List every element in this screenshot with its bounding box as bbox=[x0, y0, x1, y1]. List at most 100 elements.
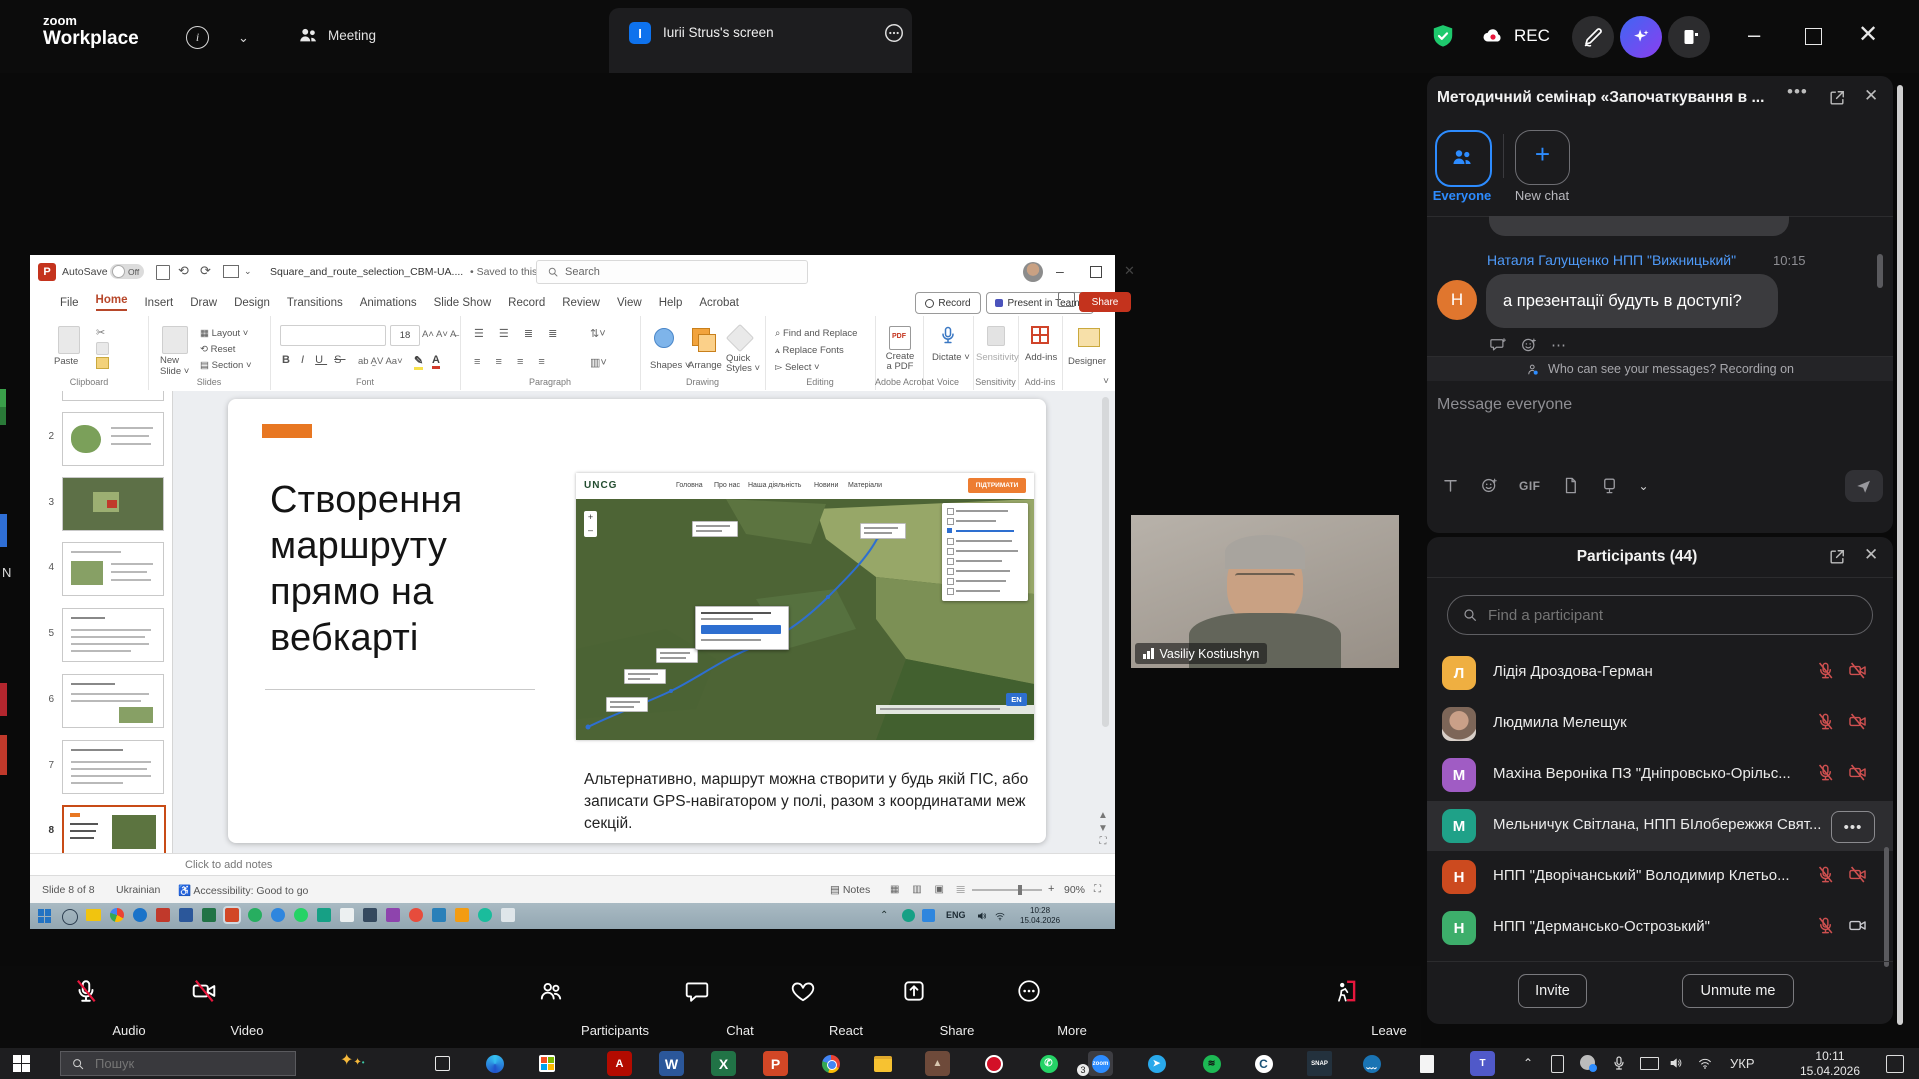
chevron-down-icon[interactable]: ⌄ bbox=[238, 31, 249, 44]
tab-animations[interactable]: Animations bbox=[360, 297, 417, 309]
message-more-icon[interactable]: ⋯ bbox=[1551, 336, 1567, 354]
ppt-minimize-button[interactable]: – bbox=[1056, 263, 1064, 279]
zoom-percent[interactable]: 90% bbox=[1064, 884, 1085, 896]
more-button[interactable]: More bbox=[986, 966, 1072, 1048]
camera-off-icon[interactable] bbox=[1848, 865, 1867, 884]
tray-hidden-icons-chevron[interactable]: ⌃ bbox=[1523, 1056, 1533, 1070]
taskbar-clock[interactable]: 10:11 15.04.2026 bbox=[1790, 1049, 1870, 1078]
tray-mic-icon[interactable] bbox=[1611, 1055, 1627, 1071]
ppt-restore-button[interactable] bbox=[1090, 266, 1102, 278]
designer-icon[interactable] bbox=[1078, 328, 1100, 347]
addins-label[interactable]: Add-ins bbox=[1025, 352, 1057, 363]
message-sender[interactable]: Наталя Галущенко НПП "Вижницький" bbox=[1487, 252, 1736, 268]
side-panel-button[interactable] bbox=[1668, 16, 1710, 58]
mic-muted-icon[interactable] bbox=[1816, 661, 1835, 680]
ppt-close-button[interactable]: ✕ bbox=[1124, 263, 1135, 279]
tab-help[interactable]: Help bbox=[659, 297, 683, 309]
taskbar-icon-powerpoint[interactable]: P bbox=[763, 1051, 788, 1076]
new-chat-tab[interactable]: + bbox=[1515, 130, 1570, 185]
tab-options-icon[interactable] bbox=[883, 22, 905, 44]
task-view-icon[interactable] bbox=[430, 1051, 455, 1076]
screenshot-icon[interactable] bbox=[1600, 476, 1619, 495]
participants-button[interactable]: Participants bbox=[505, 966, 615, 1048]
slide-thumb-4[interactable] bbox=[62, 542, 164, 596]
camera-off-icon[interactable] bbox=[1848, 661, 1867, 680]
tray-speaker-icon[interactable] bbox=[1668, 1055, 1684, 1071]
save-icon[interactable] bbox=[156, 265, 170, 280]
select-button[interactable]: ▻ Select ˅ bbox=[775, 362, 820, 373]
camera-off-icon[interactable] bbox=[1848, 763, 1867, 782]
tray-display-icon[interactable] bbox=[1640, 1057, 1659, 1070]
mic-muted-icon[interactable] bbox=[1816, 763, 1835, 782]
ai-companion-button[interactable] bbox=[1620, 16, 1662, 58]
participant-video-tile[interactable]: Vasiliy Kostiushyn bbox=[1131, 515, 1399, 668]
new-slide-label[interactable]: NewSlide ˅ bbox=[160, 355, 189, 377]
notification-center-icon[interactable] bbox=[1886, 1055, 1904, 1073]
add-reaction-icon[interactable] bbox=[1520, 336, 1538, 354]
maximize-button[interactable] bbox=[1805, 28, 1822, 45]
participant-row[interactable]: Л Лідія Дроздова-Герман bbox=[1427, 648, 1893, 698]
taskbar-icon-store[interactable] bbox=[534, 1051, 559, 1076]
comments-icon[interactable] bbox=[1058, 292, 1075, 307]
recording-indicator[interactable]: REC bbox=[1478, 24, 1550, 48]
camera-on-icon[interactable] bbox=[1848, 916, 1867, 935]
ppt-notes-bar[interactable]: Click to add notes bbox=[30, 853, 1115, 876]
chat-button[interactable]: Chat bbox=[654, 966, 740, 1048]
slide-nav-arrows[interactable]: ▲▼⛶ bbox=[1098, 809, 1108, 848]
taskbar-icon-chrome[interactable] bbox=[818, 1051, 843, 1076]
slide-canvas[interactable]: Створеннямаршрутупрямо навебкарті UNCG Г… bbox=[228, 399, 1046, 843]
shapes-label[interactable]: Shapes ˅ bbox=[650, 360, 690, 371]
message-avatar[interactable]: Н bbox=[1437, 280, 1477, 320]
quick-styles-icon[interactable] bbox=[726, 324, 754, 352]
align-buttons[interactable]: ≡ ≡ ≡ ≡ bbox=[474, 356, 551, 368]
tray-phone-icon[interactable] bbox=[1551, 1055, 1564, 1073]
message-bubble[interactable]: а презентації будуть в доступі? bbox=[1486, 274, 1778, 328]
tray-headset-icon[interactable] bbox=[1580, 1055, 1595, 1070]
mic-muted-icon[interactable] bbox=[1816, 865, 1835, 884]
participant-search[interactable] bbox=[1447, 595, 1873, 635]
video-button[interactable]: Video bbox=[161, 966, 247, 1048]
dictate-label[interactable]: Dictate ˅ bbox=[932, 352, 970, 363]
start-button[interactable] bbox=[13, 1055, 30, 1072]
chat-scrollbar[interactable] bbox=[1877, 254, 1883, 288]
slide-thumb-6[interactable] bbox=[62, 674, 164, 728]
redo-icon[interactable]: ⟳ bbox=[200, 263, 211, 279]
ppt-record-button[interactable]: Record bbox=[915, 292, 981, 314]
mic-muted-icon[interactable] bbox=[1816, 712, 1835, 731]
taskbar-icon-app[interactable]: ▲ bbox=[925, 1051, 950, 1076]
taskbar-icon-snap[interactable]: SNAP bbox=[1307, 1051, 1332, 1076]
view-buttons[interactable]: ▦ ▥ ▣ 𝄙 bbox=[890, 884, 970, 895]
find-replace-button[interactable]: ⌕ Find and Replace bbox=[775, 328, 857, 339]
everyone-tab[interactable] bbox=[1435, 130, 1492, 187]
share-button[interactable]: Share bbox=[871, 966, 957, 1048]
participant-row-hovered[interactable]: М Мельничук Світлана, НПП БІлобережжя Св… bbox=[1427, 801, 1893, 851]
tab-acrobat[interactable]: Acrobat bbox=[699, 297, 739, 309]
taskbar-search-input[interactable] bbox=[93, 1055, 267, 1072]
status-language[interactable]: Ukrainian bbox=[116, 884, 160, 896]
taskbar-icon-zoom-active[interactable]: zoom bbox=[1088, 1051, 1113, 1076]
paste-icon[interactable] bbox=[58, 326, 80, 354]
tab-file[interactable]: File bbox=[60, 297, 79, 309]
taskbar-icon-acrobat[interactable]: A bbox=[607, 1051, 632, 1076]
taskbar-search[interactable] bbox=[60, 1051, 296, 1076]
slide-thumb-partial[interactable] bbox=[62, 391, 164, 401]
tab-home[interactable]: Home bbox=[96, 294, 128, 311]
taskbar-icon-excel[interactable]: X bbox=[711, 1051, 736, 1076]
status-accessibility[interactable]: ♿ Accessibility: Good to go bbox=[178, 884, 308, 897]
font-color-button[interactable]: A bbox=[432, 354, 440, 369]
ppt-search-box[interactable]: Search bbox=[536, 260, 808, 284]
create-pdf-label[interactable]: Createa PDF bbox=[883, 352, 917, 372]
gif-icon[interactable]: GIF bbox=[1519, 479, 1541, 493]
participant-row[interactable]: М Махіна Вероніка ПЗ "Дніпровсько-Орільс… bbox=[1427, 750, 1893, 800]
present-in-teams-button[interactable]: Present in Teams bbox=[986, 292, 1094, 314]
char-spacing-buttons[interactable]: ab A̰V Aa˅ bbox=[358, 356, 403, 367]
font-size-select[interactable]: 18 bbox=[390, 325, 420, 346]
tray-network-icon[interactable] bbox=[1697, 1055, 1713, 1071]
slide-thumb-3[interactable] bbox=[62, 477, 164, 531]
display-settings-icon[interactable] bbox=[223, 265, 239, 278]
ppt-account-avatar[interactable] bbox=[1023, 262, 1043, 282]
chat-popout-icon[interactable] bbox=[1827, 88, 1847, 108]
zoom-slider[interactable] bbox=[972, 889, 1042, 891]
autosave-toggle[interactable]: Off bbox=[110, 264, 144, 279]
camera-off-icon[interactable] bbox=[1848, 712, 1867, 731]
